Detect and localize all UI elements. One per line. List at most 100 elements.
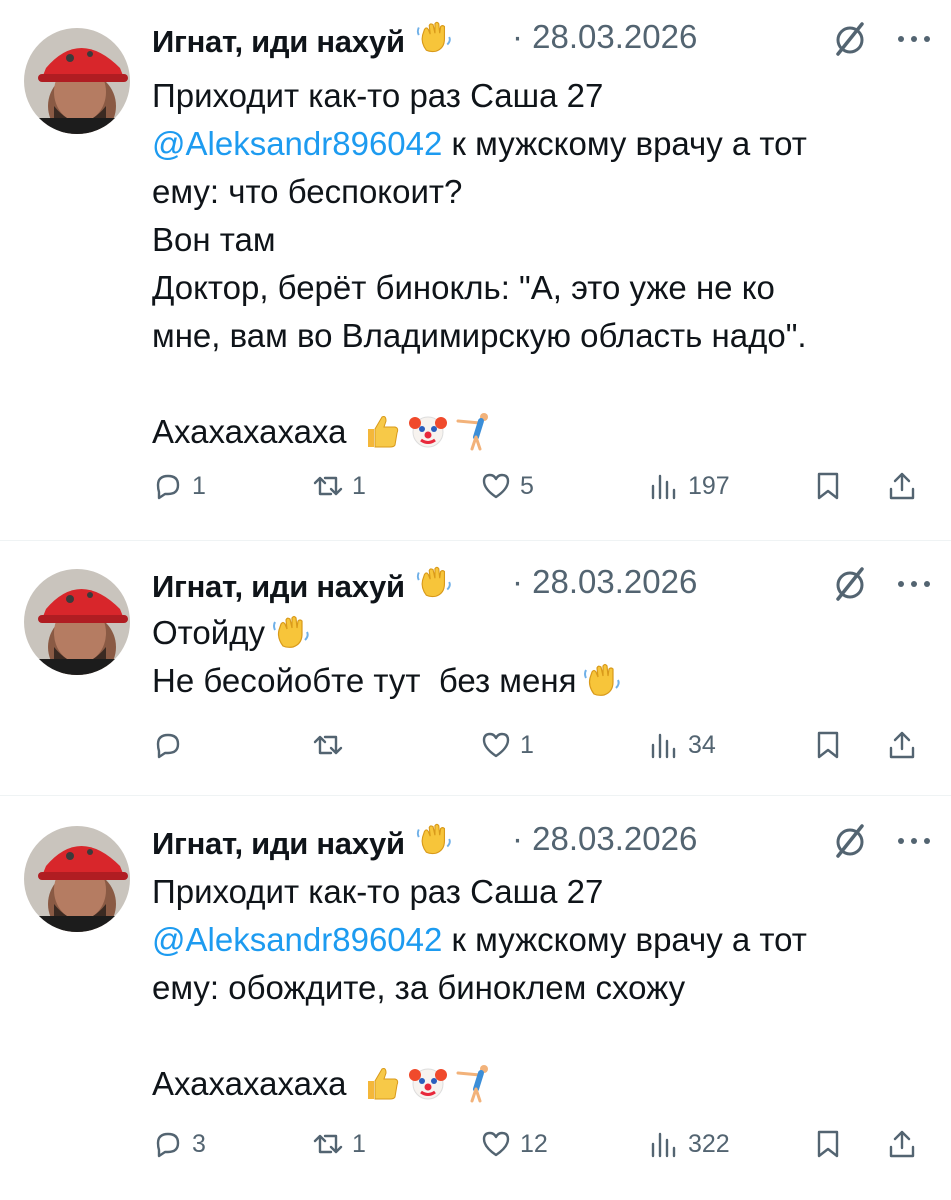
waving-hand-icon: [415, 563, 453, 601]
mention-link[interactable]: @Aleksandr896042: [152, 921, 442, 958]
tweet-text: Отойду Не бесойобте тут без меня: [152, 609, 922, 705]
reply-button[interactable]: [152, 723, 192, 767]
waving-hand-icon: [582, 660, 622, 700]
tweet[interactable]: Игнат, иди нахуй · 28.03.2026 Приходит к…: [0, 0, 951, 540]
reply-icon: [156, 1132, 180, 1158]
reply-button[interactable]: 3: [152, 1122, 206, 1166]
tweet-header: Игнат, иди нахуй · 28.03.2026: [152, 18, 932, 62]
share-icon: [889, 1130, 915, 1158]
share-button[interactable]: [886, 464, 918, 508]
text-line: Вон там: [152, 221, 276, 258]
tweet-date[interactable]: · 28.03.2026: [512, 18, 697, 56]
bookmark-button[interactable]: [812, 723, 844, 767]
grok-icon[interactable]: [832, 18, 868, 58]
tweet-actions: 1 1 5 197: [152, 464, 932, 508]
repost-button[interactable]: [312, 723, 352, 767]
bookmark-button[interactable]: [812, 464, 844, 508]
like-count: 12: [520, 1129, 548, 1158]
author-name[interactable]: Игнат, иди нахуй: [152, 563, 453, 605]
text-line: Приходит как-то раз Саша 27: [152, 873, 604, 910]
reply-button[interactable]: 1: [152, 464, 206, 508]
clown-icon: [408, 411, 448, 451]
like-count: 1: [520, 730, 534, 759]
text-line: Не бесойобте тут без меня: [152, 657, 922, 705]
person-cartwheel-icon: [454, 1063, 494, 1103]
avatar[interactable]: [24, 28, 130, 134]
views-button[interactable]: 322: [648, 1122, 730, 1166]
like-count: 5: [520, 471, 534, 500]
heart-icon: [482, 1131, 510, 1157]
mention-link[interactable]: @Aleksandr896042: [152, 125, 442, 162]
views-icon: [651, 474, 676, 500]
grok-icon[interactable]: [832, 820, 868, 860]
avatar[interactable]: [24, 826, 130, 932]
repost-button[interactable]: 1: [312, 1122, 366, 1166]
author-name-text: Игнат, иди нахуй: [152, 826, 405, 861]
text-line: Ахахахахаха: [152, 1060, 922, 1108]
views-icon: [651, 1132, 676, 1158]
share-button[interactable]: [886, 1122, 918, 1166]
like-button[interactable]: 12: [480, 1122, 548, 1166]
tweet-header: Игнат, иди нахуй · 28.03.2026: [152, 563, 932, 607]
author-name[interactable]: Игнат, иди нахуй: [152, 820, 453, 862]
repost-count: 1: [352, 1129, 366, 1158]
tweet-header: Игнат, иди нахуй · 28.03.2026: [152, 820, 932, 864]
waving-hand-icon: [415, 820, 453, 858]
share-button[interactable]: [886, 723, 918, 767]
thumbs-up-icon: [362, 1063, 402, 1103]
more-options-icon[interactable]: [896, 577, 932, 591]
like-button[interactable]: 1: [480, 723, 534, 767]
waving-hand-icon: [271, 612, 311, 652]
tweet-actions: 1 34: [152, 723, 932, 767]
author-name[interactable]: Игнат, иди нахуй: [152, 18, 453, 60]
views-count: 34: [688, 730, 716, 759]
author-name-text: Игнат, иди нахуй: [152, 24, 405, 59]
views-count: 197: [688, 471, 730, 500]
person-cartwheel-icon: [454, 411, 494, 451]
views-button[interactable]: 34: [648, 723, 716, 767]
like-button[interactable]: 5: [480, 464, 534, 508]
views-icon: [651, 733, 676, 759]
reply-count: 1: [192, 471, 206, 500]
repost-count: 1: [352, 471, 366, 500]
repost-icon: [313, 1134, 343, 1154]
tweet-date[interactable]: · 28.03.2026: [512, 563, 697, 601]
bookmark-icon: [817, 1130, 839, 1158]
more-options-icon[interactable]: [896, 834, 932, 848]
thumbs-up-icon: [362, 411, 402, 451]
grok-icon[interactable]: [832, 563, 868, 603]
author-name-text: Игнат, иди нахуй: [152, 569, 405, 604]
text-line: ему: обождите, за биноклем схожу: [152, 969, 686, 1006]
text-line: ему: что беспокоит?: [152, 173, 463, 210]
waving-hand-icon: [415, 18, 453, 56]
reply-icon: [156, 733, 180, 759]
tweet-text: Приходит как-то раз Саша 27 @Aleksandr89…: [152, 72, 922, 456]
text-line: Ахахахахаха: [152, 408, 922, 456]
views-count: 322: [688, 1129, 730, 1158]
views-button[interactable]: 197: [648, 464, 730, 508]
timeline-feed: Игнат, иди нахуй · 28.03.2026 Приходит к…: [0, 0, 951, 1200]
tweet-actions: 3 1 12 322: [152, 1122, 932, 1166]
text-line: @Aleksandr896042 к мужскому врачу а тот: [152, 125, 807, 162]
bookmark-icon: [817, 731, 839, 759]
share-icon: [889, 731, 915, 759]
reply-count: 3: [192, 1129, 206, 1158]
bookmark-icon: [817, 472, 839, 500]
tweet[interactable]: Игнат, иди нахуй · 28.03.2026 Приходит к…: [0, 796, 951, 1196]
avatar[interactable]: [24, 569, 130, 675]
text-line: мне, вам во Владимирскую область надо".: [152, 317, 807, 354]
repost-icon: [313, 735, 343, 755]
repost-button[interactable]: 1: [312, 464, 366, 508]
repost-icon: [313, 476, 343, 496]
more-options-icon[interactable]: [896, 32, 932, 46]
clown-icon: [408, 1063, 448, 1103]
share-icon: [889, 472, 915, 500]
text-line: Доктор, берёт бинокль: "А, это уже не ко: [152, 269, 775, 306]
text-line: Приходит как-то раз Саша 27: [152, 77, 604, 114]
tweet-date[interactable]: · 28.03.2026: [512, 820, 697, 858]
bookmark-button[interactable]: [812, 1122, 844, 1166]
heart-icon: [482, 732, 510, 758]
tweet[interactable]: Игнат, иди нахуй · 28.03.2026 Отойду Не …: [0, 541, 951, 795]
